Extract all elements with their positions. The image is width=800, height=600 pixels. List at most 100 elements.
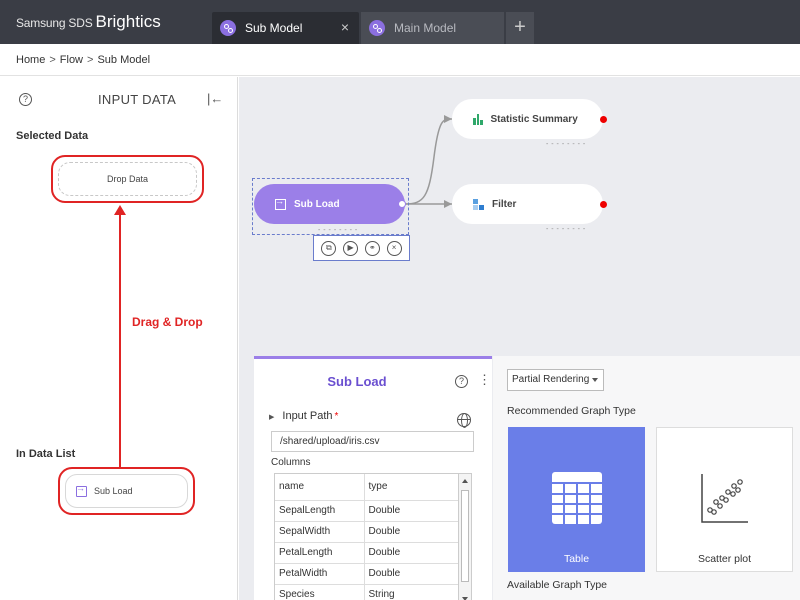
sub-load-icon [275, 196, 286, 210]
graph-card-scatter[interactable]: Scatter plot [656, 427, 793, 572]
drag-source-highlight: Sub Load [58, 467, 195, 515]
collapse-left-icon[interactable]: |← [207, 91, 223, 106]
column-header-type: type [364, 474, 459, 501]
arrow-head-icon [444, 115, 452, 123]
node-status-dots: - - - - - - - - [546, 226, 586, 233]
available-graph-label: Available Graph Type [507, 579, 608, 591]
model-icon [220, 20, 236, 36]
copy-icon[interactable]: ⧉ [321, 240, 337, 256]
list-item-label: Sub Load [94, 486, 133, 496]
close-icon[interactable]: × [338, 20, 352, 34]
table-scrollbar[interactable] [458, 474, 471, 600]
column-type-cell: Double [364, 500, 459, 522]
node-sub-load[interactable]: Sub Load [254, 184, 406, 224]
columns-label: Columns [271, 457, 311, 468]
scroll-up-icon[interactable] [462, 479, 468, 483]
table-header-row: name type [275, 474, 459, 501]
card-label: Scatter plot [697, 553, 752, 565]
graph-panel: Partial Rendering Recommended Graph Type… [493, 356, 800, 600]
add-tab-button[interactable]: + [506, 12, 534, 44]
properties-title: Sub Load [327, 374, 387, 389]
brand-prefix: Samsung SDS [16, 16, 93, 30]
in-data-list-label: In Data List [16, 448, 76, 460]
status-error-dot [600, 116, 607, 123]
column-name-cell: SepalWidth [275, 521, 365, 543]
tab-sub-model[interactable]: Sub Model × [212, 12, 359, 44]
arrow-head-icon [444, 200, 452, 208]
column-name-cell: PetalLength [275, 542, 365, 564]
more-menu-icon[interactable]: ⋮ [478, 373, 491, 386]
table-row[interactable]: PetalWidth Double [275, 563, 459, 585]
column-type-cell: Double [364, 563, 459, 585]
chevron-down-icon [592, 378, 598, 382]
help-icon[interactable]: ? [455, 375, 468, 388]
table-row[interactable]: PetalLength Double [275, 542, 459, 564]
node-status-dots: - - - - - - - - [318, 227, 358, 234]
input-path-label[interactable]: ▶ Input Path * [269, 410, 338, 422]
column-name-cell: PetalWidth [275, 563, 365, 585]
breadcrumb-separator: > [49, 53, 56, 66]
input-path-text: Input Path [282, 410, 333, 422]
columns-table[interactable]: name type SepalLength Double SepalWidth … [274, 473, 472, 600]
tab-label: Main Model [394, 21, 457, 35]
node-filter[interactable]: Filter [452, 184, 607, 224]
brand-logo: Samsung SDS Brightics [16, 12, 161, 32]
selected-data-label: Selected Data [16, 130, 89, 142]
top-bar: Samsung SDS Brightics Sub Model × Main Mo… [0, 0, 800, 44]
sub-load-icon [76, 483, 87, 497]
table-grid-icon [552, 472, 602, 524]
node-label: Filter [492, 198, 517, 210]
output-port[interactable] [398, 200, 406, 208]
model-icon[interactable]: ⚭ [364, 240, 380, 256]
panel-title: INPUT DATA [98, 92, 177, 107]
bar-chart-icon [473, 113, 483, 125]
recommended-graph-label: Recommended Graph Type [507, 405, 636, 417]
render-mode-value: Partial Rendering [512, 374, 590, 385]
breadcrumb-sub-model: Sub Model [97, 53, 151, 66]
column-type-cell: Double [364, 521, 459, 543]
breadcrumb: Home > Flow > Sub Model [0, 44, 800, 76]
graph-card-table[interactable]: Table [508, 427, 645, 572]
filter-icon [473, 198, 484, 210]
breadcrumb-separator: > [87, 53, 94, 66]
tab-label: Sub Model [245, 21, 303, 35]
connector-to-statistic [404, 118, 453, 205]
globe-icon[interactable] [457, 413, 471, 428]
table-row[interactable]: SepalLength Double [275, 500, 459, 522]
node-statistic-summary[interactable]: Statistic Summary [452, 99, 607, 139]
table-row[interactable]: Species String [275, 584, 459, 600]
node-toolbar: ⧉ ▶ ⚭ × [313, 235, 410, 261]
brand-name: Brightics [95, 12, 161, 31]
delete-icon[interactable]: × [386, 240, 402, 256]
input-path-field[interactable]: /shared/upload/iris.csv [271, 431, 474, 452]
breadcrumb-home[interactable]: Home [16, 54, 45, 66]
scatter-plot-icon [701, 474, 748, 523]
status-error-dot [600, 201, 607, 208]
node-label: Statistic Summary [490, 113, 578, 125]
node-label: Sub Load [294, 198, 340, 210]
render-mode-select[interactable]: Partial Rendering [507, 369, 604, 391]
drop-data-zone[interactable]: Drop Data [58, 162, 197, 196]
column-name-cell: SepalLength [275, 500, 365, 522]
drop-data-label: Drop Data [106, 174, 149, 184]
expand-triangle-icon: ▶ [269, 414, 275, 421]
drop-target-highlight: Drop Data [51, 155, 204, 203]
in-data-list-item[interactable]: Sub Load [65, 474, 188, 508]
column-type-cell: Double [364, 542, 459, 564]
column-header-name: name [275, 474, 365, 501]
help-icon[interactable]: ? [19, 93, 32, 106]
column-name-cell: Species [275, 584, 365, 600]
node-status-dots: - - - - - - - - [546, 141, 586, 148]
required-marker: * [334, 411, 339, 422]
card-label: Table [563, 553, 590, 565]
column-type-cell: String [364, 584, 459, 600]
run-icon[interactable]: ▶ [343, 240, 359, 256]
properties-panel: Sub Load ? ⋮ ▶ Input Path * /shared/upload… [254, 356, 492, 600]
breadcrumb-flow[interactable]: Flow [60, 54, 83, 66]
input-data-panel: ? INPUT DATA |← Selected Data Drop Data … [0, 77, 238, 600]
drag-drop-annotation: Drag & Drop [132, 315, 203, 329]
scroll-thumb[interactable] [461, 490, 469, 582]
drag-arrow-line [119, 214, 121, 469]
table-row[interactable]: SepalWidth Double [275, 521, 459, 543]
tab-main-model[interactable]: Main Model [361, 12, 504, 44]
